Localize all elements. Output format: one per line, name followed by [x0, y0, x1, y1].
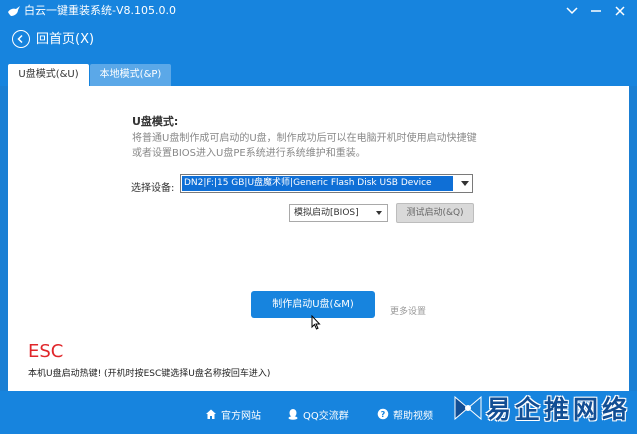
tab-bar: U盘模式(&U) 本地模式(&P): [0, 58, 637, 86]
section-title: U盘模式:: [132, 115, 179, 128]
mouse-cursor-icon: [311, 314, 321, 333]
section-description: 将普通U盘制作成可启动的U盘，制作成功后可以在电脑开机时使用启动快捷键或者设置B…: [132, 133, 477, 159]
menu-icon[interactable]: [560, 0, 584, 22]
tab-usb-mode[interactable]: U盘模式(&U): [8, 64, 89, 86]
official-site-label: 官方网站: [221, 410, 261, 422]
window-title: 白云一键重装系统-V8.105.0.0: [24, 4, 176, 17]
qq-group-label: QQ交流群: [303, 410, 349, 422]
back-to-home-link[interactable]: 回首页(X): [36, 32, 94, 48]
close-icon[interactable]: [608, 0, 632, 22]
test-boot-button[interactable]: 测试启动(&Q): [396, 203, 474, 223]
more-settings-link[interactable]: 更多设置: [390, 304, 426, 317]
boot-mode-value: 模拟启动[BIOS]: [294, 208, 359, 218]
help-video-link[interactable]: ? 帮助视频: [377, 407, 433, 422]
minimize-icon[interactable]: [584, 0, 608, 22]
device-label: 选择设备:: [131, 183, 175, 194]
watermark-text: 易企推网络: [486, 395, 632, 424]
hotkey-note: 本机U盘启动热键! (开机时按ESC键选择U盘名称按回车进入): [28, 369, 271, 379]
chevron-down-icon[interactable]: [376, 211, 382, 215]
official-site-link[interactable]: 官方网站: [205, 407, 261, 422]
svg-text:?: ?: [381, 410, 386, 419]
title-bar: 白云一键重装系统-V8.105.0.0: [0, 0, 637, 22]
nav-bar: 回首页(X): [0, 22, 637, 58]
help-video-label: 帮助视频: [393, 410, 433, 422]
tab-local-mode[interactable]: 本地模式(&P): [90, 64, 171, 86]
watermark-logo-icon: [454, 395, 482, 421]
boot-mode-select[interactable]: 模拟启动[BIOS]: [289, 204, 388, 222]
device-selected-value: DN2|F:|15 GB|U盘魔术师|Generic Flash Disk US…: [182, 176, 453, 191]
bird-logo-icon: [7, 4, 21, 18]
home-icon: [206, 409, 216, 419]
make-boot-usb-button[interactable]: 制作启动U盘(&M): [251, 291, 375, 318]
help-icon: ?: [377, 408, 389, 420]
chevron-down-icon[interactable]: [461, 181, 469, 186]
hotkey-label: ESC: [28, 341, 64, 362]
device-select[interactable]: DN2|F:|15 GB|U盘魔术师|Generic Flash Disk US…: [180, 174, 473, 193]
back-arrow-icon[interactable]: [12, 30, 30, 48]
watermark: 易企推网络: [452, 390, 631, 426]
qq-group-link[interactable]: QQ交流群: [287, 407, 349, 422]
qq-penguin-icon: [288, 409, 298, 420]
usb-mode-panel: U盘模式: 将普通U盘制作成可启动的U盘，制作成功后可以在电脑开机时使用启动快捷…: [8, 86, 629, 391]
